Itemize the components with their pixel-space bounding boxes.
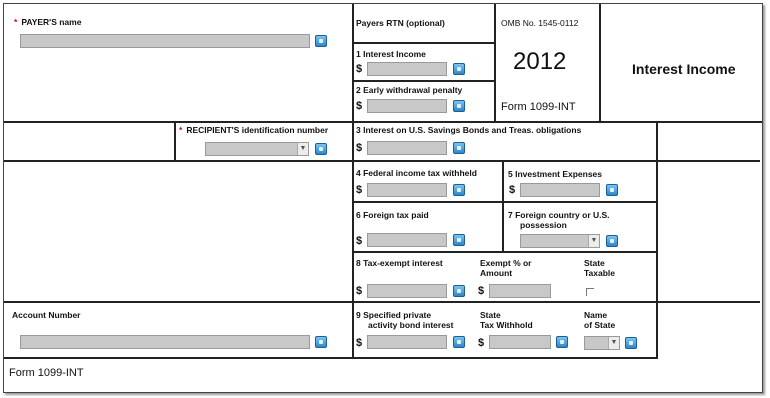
divider <box>502 161 504 253</box>
divider <box>352 80 496 82</box>
state-taxable-label: State Taxable <box>584 258 616 278</box>
divider <box>599 4 601 122</box>
chevron-down-icon: ▼ <box>297 143 308 155</box>
divider <box>352 251 658 253</box>
box9-label: 9 Specified private activity bond interes… <box>356 310 454 330</box>
box4-lookup-button[interactable] <box>453 184 465 196</box>
box7-lookup-button[interactable] <box>606 235 618 247</box>
state-tax-withhold-label: State Tax Withhold <box>480 310 533 330</box>
divider <box>4 357 656 359</box>
form-1099-int: * PAYER'S name Payers RTN (optional) 1 In… <box>3 3 763 393</box>
currency-symbol: $ <box>356 235 363 247</box>
box7-label: 7 Foreign country or U.S. possession <box>508 210 610 230</box>
currency-symbol: $ <box>356 63 363 75</box>
divider <box>4 301 760 303</box>
state-taxable-checkbox[interactable] <box>586 288 594 296</box>
box5-label: 5 Investment Expenses <box>508 169 603 179</box>
box1-label: 1 Interest Income <box>356 49 426 59</box>
box4-label: 4 Federal income tax withheld <box>356 168 477 178</box>
required-mark: * <box>179 125 183 135</box>
payers-rtn-label: Payers RTN (optional) <box>356 18 445 28</box>
payer-name-lookup-button[interactable] <box>315 35 327 47</box>
tax-year: 2012 <box>513 48 567 75</box>
divider <box>352 42 496 44</box>
box1-lookup-button[interactable] <box>453 63 465 75</box>
box4-federal-tax-withheld-field[interactable] <box>367 183 447 197</box>
divider <box>352 201 658 203</box>
box1-interest-income-field[interactable] <box>367 62 447 76</box>
currency-symbol: $ <box>356 285 363 297</box>
state-tax-withhold-field[interactable] <box>489 335 551 349</box>
divider <box>494 4 496 122</box>
chevron-down-icon: ▼ <box>608 337 619 349</box>
divider <box>352 4 354 357</box>
account-number-field[interactable] <box>20 335 310 349</box>
footer-form-name: Form 1099-INT <box>9 367 84 379</box>
box6-foreign-tax-paid-field[interactable] <box>367 233 447 247</box>
currency-symbol: $ <box>478 285 485 297</box>
payer-name-field[interactable] <box>20 34 310 48</box>
form-title: Interest Income <box>632 61 736 77</box>
box2-label: 2 Early withdrawal penalty <box>356 85 463 95</box>
form-label: Form 1099-INT <box>501 101 576 113</box>
recipient-id-label: * RECIPIENT'S identification number <box>179 125 329 135</box>
name-of-state-lookup-button[interactable] <box>625 337 637 349</box>
state-tax-lookup-button[interactable] <box>556 336 568 348</box>
currency-symbol: $ <box>356 184 363 196</box>
box3-lookup-button[interactable] <box>453 142 465 154</box>
box9-private-activity-bond-field[interactable] <box>367 335 447 349</box>
currency-symbol: $ <box>356 142 363 154</box>
currency-symbol: $ <box>509 184 516 196</box>
exempt-amount-field[interactable] <box>489 284 551 298</box>
omb-number: OMB No. 1545-0112 <box>501 18 579 28</box>
box5-lookup-button[interactable] <box>606 184 618 196</box>
required-mark: * <box>14 17 18 27</box>
box8-lookup-button[interactable] <box>453 285 465 297</box>
account-number-lookup-button[interactable] <box>315 336 327 348</box>
exempt-amount-label: Exempt % or Amount <box>480 258 532 278</box>
divider <box>174 121 176 161</box>
divider <box>656 121 658 359</box>
currency-symbol: $ <box>356 100 363 112</box>
box2-early-withdrawal-field[interactable] <box>367 99 447 113</box>
box8-tax-exempt-interest-field[interactable] <box>367 284 447 298</box>
box2-lookup-button[interactable] <box>453 100 465 112</box>
box5-investment-expenses-field[interactable] <box>520 183 600 197</box>
payer-name-label: * PAYER'S name <box>14 17 82 27</box>
box6-lookup-button[interactable] <box>453 234 465 246</box>
box9-lookup-button[interactable] <box>453 336 465 348</box>
box7-foreign-country-dropdown[interactable]: ▼ <box>520 234 600 248</box>
account-number-label: Account Number <box>12 310 81 320</box>
currency-symbol: $ <box>478 337 485 349</box>
name-of-state-dropdown[interactable]: ▼ <box>584 336 620 350</box>
box6-label: 6 Foreign tax paid <box>356 210 429 220</box>
divider <box>4 121 762 123</box>
chevron-down-icon: ▼ <box>588 235 599 247</box>
box3-savings-bond-interest-field[interactable] <box>367 141 447 155</box>
box8-label: 8 Tax-exempt interest <box>356 258 443 268</box>
recipient-id-dropdown[interactable]: ▼ <box>205 142 309 156</box>
box3-label: 3 Interest on U.S. Savings Bonds and Tre… <box>356 125 582 135</box>
currency-symbol: $ <box>356 337 363 349</box>
recipient-id-lookup-button[interactable] <box>315 143 327 155</box>
divider <box>4 160 760 162</box>
name-of-state-label: Name of State <box>584 310 616 330</box>
